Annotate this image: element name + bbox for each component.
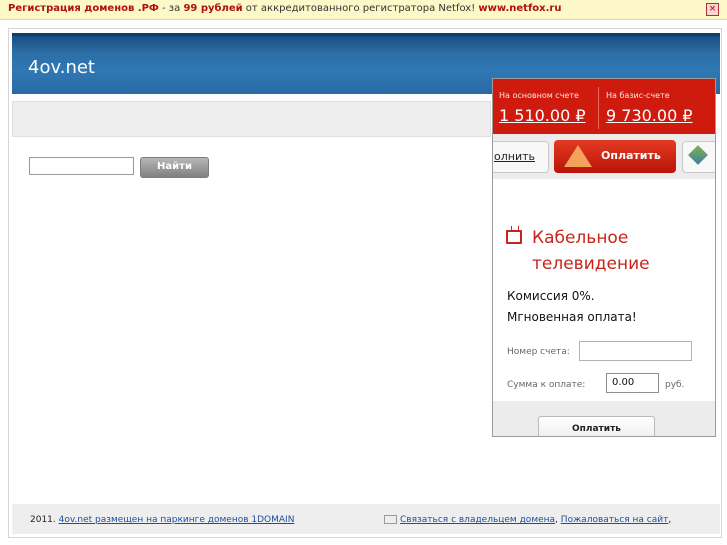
payment-widget: На основном счете 1 510.00 ₽ На базис-сч… <box>492 78 716 437</box>
instant-text: Мгновенная оплата! <box>507 310 637 324</box>
submit-pay-button[interactable]: Оплатить <box>538 416 655 436</box>
account-label: Номер счета: <box>507 347 570 357</box>
parking-link[interactable]: 4ov.net размещен на паркинге доменов 1DO… <box>59 515 295 525</box>
site-title[interactable]: 4ov.net <box>28 57 95 78</box>
promo-sep: - за <box>158 3 184 14</box>
service-title: Кабельное телевидение <box>532 225 707 277</box>
mail-icon <box>384 515 397 524</box>
promo-banner[interactable]: Регистрация доменов .РФ - за 99 рублей о… <box>0 0 727 20</box>
footer-year: 2011. <box>30 515 56 525</box>
search-button[interactable]: Найти <box>140 157 209 178</box>
footer-end: , <box>668 515 672 525</box>
balance-basis-value[interactable]: 9 730.00 ₽ <box>606 106 693 125</box>
pay-logo-icon <box>564 145 592 167</box>
footer-left: 2011. 4ov.net размещен на паркинге домен… <box>30 515 294 525</box>
amount-input[interactable]: 0.00 <box>606 373 659 393</box>
topup-tab[interactable]: олнить <box>493 141 549 173</box>
footer-right: Связаться с владельцем домена, Пожаловат… <box>384 515 671 525</box>
tv-icon <box>506 230 522 244</box>
pay-tab-label: Оплатить <box>601 149 661 162</box>
balance-basis: На базис-счете 9 730.00 ₽ <box>600 79 715 134</box>
balance-main-value[interactable]: 1 510.00 ₽ <box>499 106 586 125</box>
balance-main: На основном счете 1 510.00 ₽ <box>493 79 598 134</box>
top-gray-bar <box>12 101 491 137</box>
footer-separator: , <box>555 515 558 525</box>
currency-label: руб. <box>665 380 685 390</box>
complain-link[interactable]: Пожаловаться на сайт <box>561 515 669 525</box>
service-description: Комиссия 0%. Мгновенная оплата! <box>507 286 707 328</box>
promo-text[interactable]: Регистрация доменов .РФ - за 99 рублей о… <box>8 3 561 14</box>
promo-title: Регистрация доменов .РФ <box>8 3 159 14</box>
search-input[interactable] <box>29 157 134 175</box>
service-title-line2: телевидение <box>532 254 650 274</box>
topup-tab-label: олнить <box>494 150 535 163</box>
pay-tab[interactable]: Оплатить <box>554 140 676 173</box>
promo-body: от аккредитованного регистратора Netfox! <box>242 3 479 14</box>
next-tab[interactable] <box>682 141 715 173</box>
close-icon[interactable]: × <box>706 3 719 16</box>
page-footer: 2011. 4ov.net размещен на паркинге домен… <box>12 504 720 534</box>
service-title-line1: Кабельное <box>532 228 629 248</box>
balance-panel: На основном счете 1 510.00 ₽ На базис-сч… <box>493 79 715 134</box>
balance-basis-label: На базис-счете <box>606 91 670 100</box>
gem-icon <box>688 145 708 165</box>
amount-label: Сумма к оплате: <box>507 380 586 390</box>
promo-price: 99 рублей <box>183 3 243 14</box>
widget-nav: олнить Оплатить <box>493 134 715 179</box>
commission-text: Комиссия 0%. <box>507 289 595 303</box>
amount-value: 0.00 <box>612 377 635 388</box>
balance-main-label: На основном счете <box>499 91 579 100</box>
balance-divider <box>598 87 599 129</box>
contact-owner-link[interactable]: Связаться с владельцем домена <box>400 515 555 525</box>
promo-url: www.netfox.ru <box>478 3 562 14</box>
account-input[interactable] <box>579 341 692 361</box>
